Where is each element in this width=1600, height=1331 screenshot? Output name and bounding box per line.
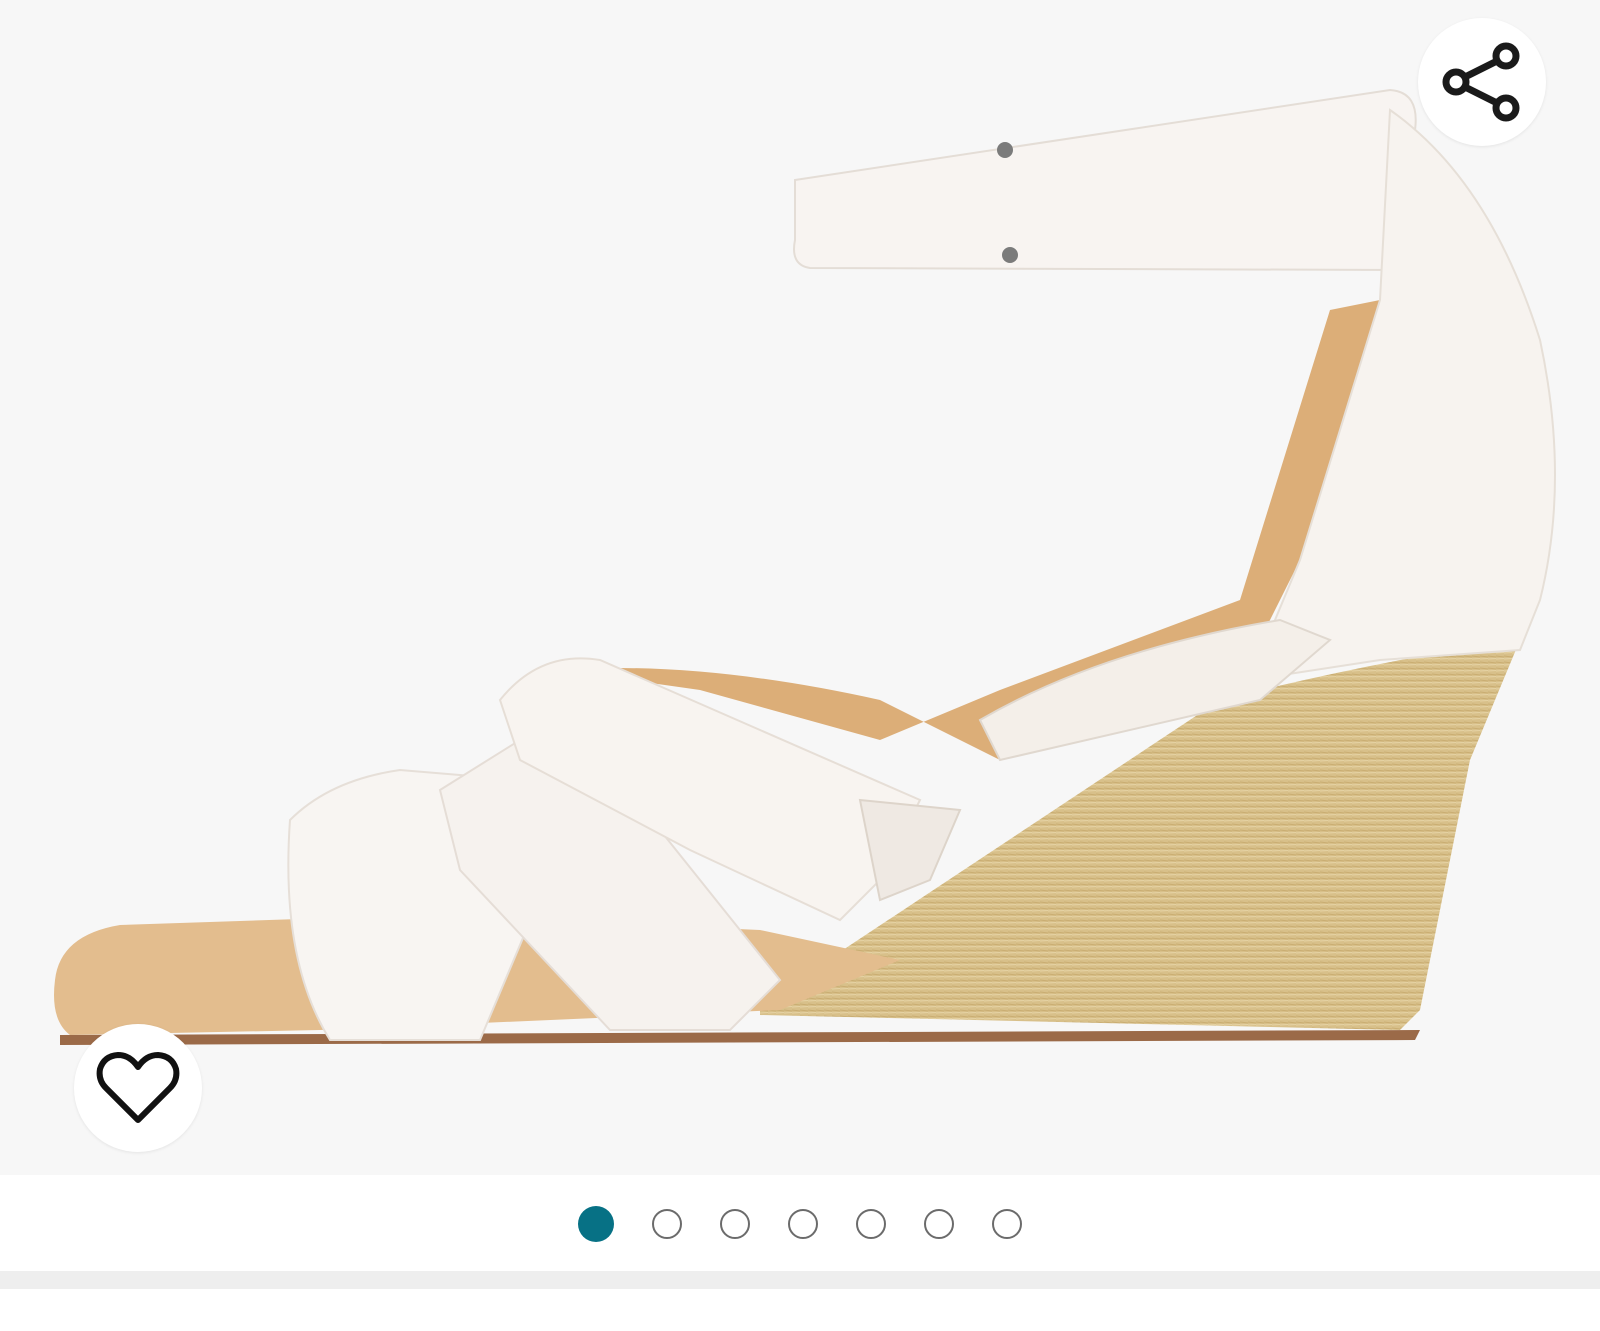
carousel-dot-2[interactable]: [652, 1209, 682, 1239]
carousel-dot-1[interactable]: [578, 1206, 614, 1242]
add-to-wishlist-button[interactable]: [74, 1024, 202, 1152]
carousel-dot-3[interactable]: [720, 1209, 750, 1239]
carousel-dot-6[interactable]: [924, 1209, 954, 1239]
share-button[interactable]: [1418, 18, 1546, 146]
carousel-dot-7[interactable]: [992, 1209, 1022, 1239]
product-detail-screen: [0, 0, 1600, 1331]
carousel-dot-4[interactable]: [788, 1209, 818, 1239]
product-image-gallery[interactable]: [0, 0, 1600, 1175]
heart-outline-icon: [96, 1052, 180, 1123]
product-image[interactable]: [0, 0, 1600, 1175]
section-divider: [0, 1271, 1600, 1289]
share-icon: [1442, 42, 1520, 122]
carousel-dot-5[interactable]: [856, 1209, 886, 1239]
image-carousel-indicator: [0, 1175, 1600, 1271]
